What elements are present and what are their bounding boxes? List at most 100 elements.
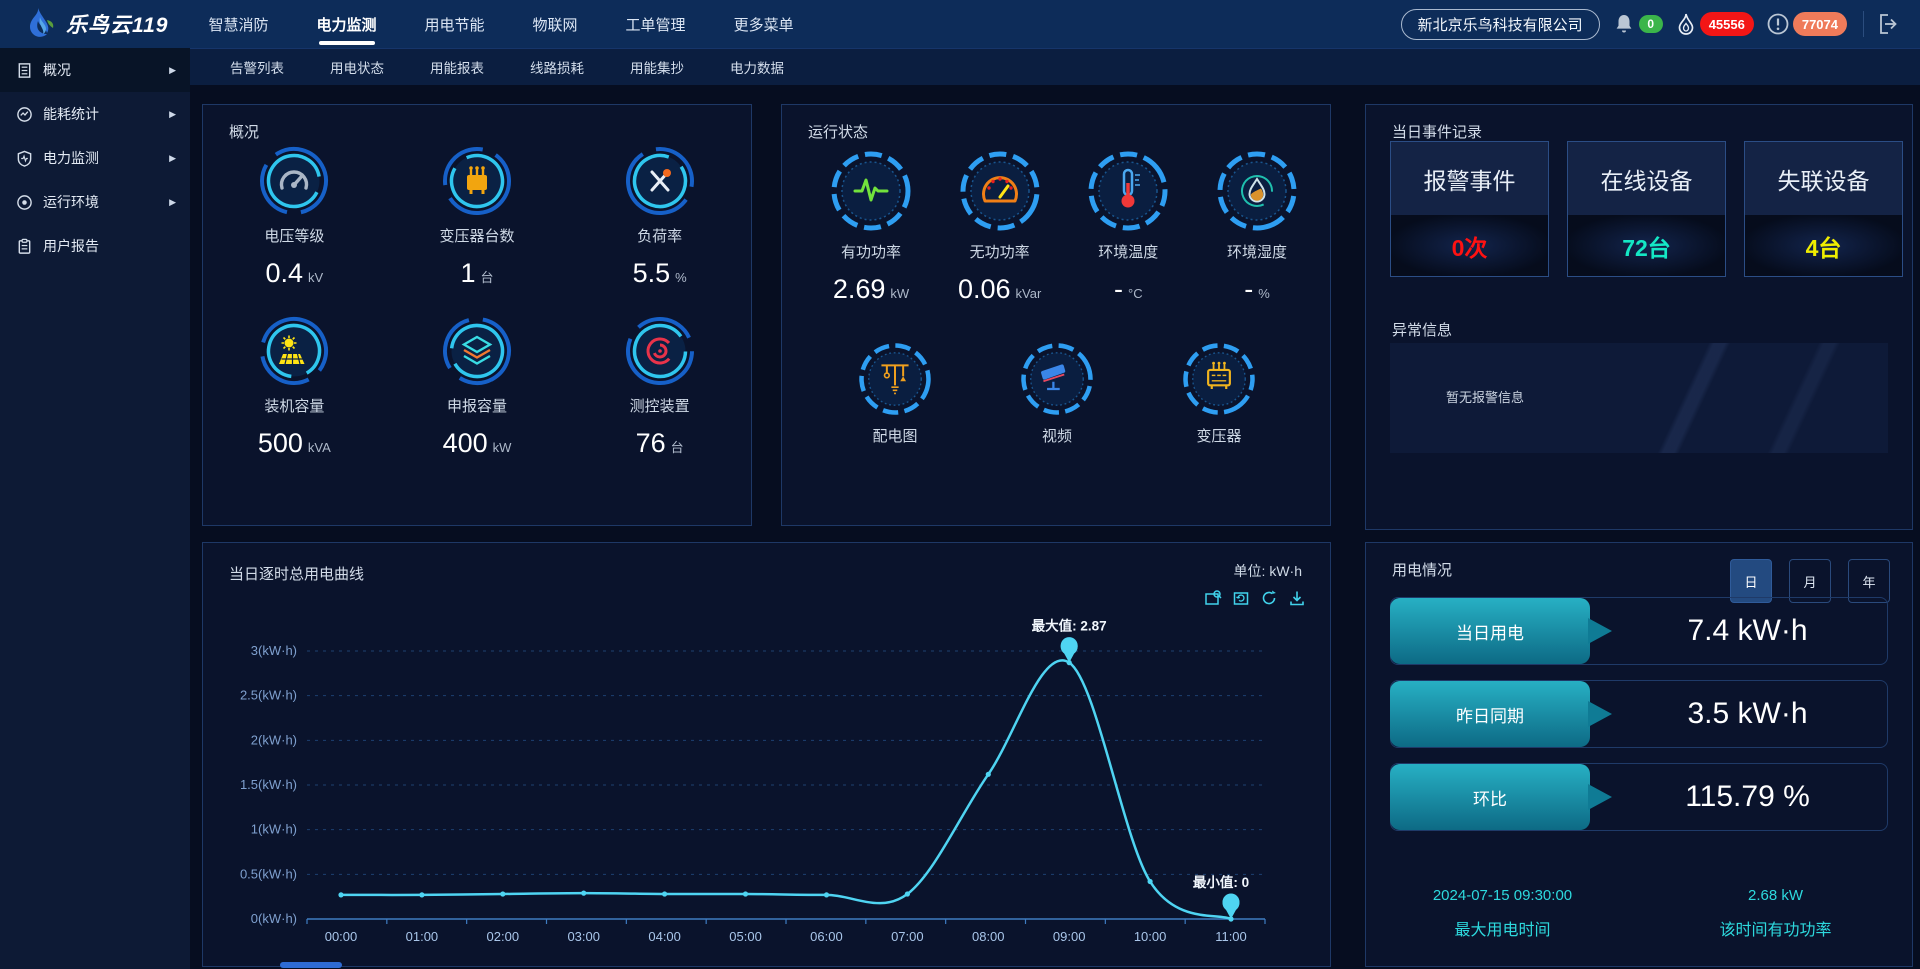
sub-navbar: 告警列表 用电状态 用能报表 线路损耗 用能集抄 电力数据: [190, 48, 1920, 85]
restore-icon[interactable]: [1232, 589, 1250, 607]
power-at-max-time: 2.68 kW 该时间有功功率: [1639, 887, 1912, 940]
logo-flame-icon: [26, 7, 56, 41]
svg-text:1.5(kW·h): 1.5(kW·h): [240, 777, 297, 792]
reactive-power-icon: [958, 149, 1042, 233]
subtab-alarm-list[interactable]: 告警列表: [230, 57, 284, 77]
humidity-icon: [1215, 149, 1299, 233]
subtab-line-loss[interactable]: 线路损耗: [530, 57, 584, 77]
svg-text:10:00: 10:00: [1134, 929, 1167, 944]
fire-alarm-group[interactable]: 45556: [1675, 12, 1754, 36]
bell-badge: 0: [1639, 15, 1663, 33]
subtab-power-status[interactable]: 用电状态: [330, 57, 384, 77]
refresh-icon[interactable]: [1260, 589, 1278, 607]
sidebar-item-label: 概况: [43, 60, 71, 80]
metric-value: -%: [1244, 274, 1270, 305]
report-icon: [16, 238, 33, 255]
running-shortcuts: 配电图 视频: [832, 341, 1282, 446]
menu-item-more[interactable]: 更多菜单: [734, 0, 794, 48]
active-power-icon: [829, 149, 913, 233]
svg-text:最大值: 2.87: 最大值: 2.87: [1032, 618, 1107, 634]
stat-declared-capacity: 申报容量 400kW: [386, 315, 569, 459]
daily-events-panel: 当日事件记录 报警事件 0次 在线设备 72台 失联设备 4台 异常信息 暂无报…: [1365, 104, 1913, 530]
stat-label: 变压器台数: [439, 225, 514, 246]
svg-text:2(kW·h): 2(kW·h): [251, 732, 297, 747]
sidebar-item-label: 能耗统计: [43, 104, 99, 124]
probe-coil-icon: [624, 315, 696, 387]
bell-group[interactable]: 0: [1612, 12, 1663, 36]
left-sidebar: 概况 ▶ 能耗统计 ▶ 电力监测 ▶ 运行环境 ▶: [0, 48, 190, 969]
svg-text:11:00: 11:00: [1215, 929, 1247, 944]
chevron-right-icon: ▶: [169, 65, 176, 76]
main-menu: 智慧消防 电力监测 用电节能 物联网 工单管理 更多菜单: [208, 0, 793, 48]
svg-text:08:00: 08:00: [972, 929, 1005, 944]
sidebar-item-overview[interactable]: 概况 ▶: [0, 48, 190, 92]
subtab-energy-report[interactable]: 用能报表: [430, 57, 484, 77]
logout-button[interactable]: [1863, 11, 1902, 37]
metric-value: -°C: [1114, 274, 1143, 305]
stat-value: 5.5%: [633, 258, 687, 289]
download-icon[interactable]: [1288, 589, 1306, 607]
row-value: 7.4 kW·h: [1590, 614, 1887, 648]
metric-label: 环境温度: [1098, 241, 1158, 262]
menu-item-fire[interactable]: 智慧消防: [208, 0, 268, 48]
usage-footer: 2024-07-15 09:30:00 最大用电时间 2.68 kW 该时间有功…: [1366, 887, 1912, 940]
card-value: 72台: [1568, 215, 1725, 276]
card-value: 0次: [1391, 215, 1548, 276]
distribution-diagram-icon: [857, 341, 933, 417]
menu-item-iot[interactable]: 物联网: [533, 0, 578, 48]
chart-toolbar: [1204, 589, 1306, 607]
stat-value: 76台: [636, 428, 684, 459]
chevron-right-icon: ▶: [169, 197, 176, 208]
menu-item-saving[interactable]: 用电节能: [425, 0, 485, 48]
horizontal-scrollbar-thumb[interactable]: [280, 962, 342, 968]
chart-title: 当日逐时总用电曲线: [229, 563, 364, 584]
bell-icon: [1612, 12, 1636, 36]
svg-text:06:00: 06:00: [810, 929, 843, 944]
app-logo[interactable]: 乐鸟云119: [0, 7, 190, 41]
power-shield-icon: [16, 150, 33, 167]
svg-text:2.5(kW·h): 2.5(kW·h): [240, 688, 297, 703]
environment-icon: [16, 194, 33, 211]
svg-text:00:00: 00:00: [325, 929, 358, 944]
metric-reactive-power: 无功功率 0.06kVar: [941, 149, 1059, 305]
row-ratio: 环比 115.79 %: [1390, 763, 1888, 831]
sidebar-item-environment[interactable]: 运行环境 ▶: [0, 180, 190, 224]
shortcut-distribution-diagram[interactable]: 配电图: [832, 341, 958, 446]
sidebar-item-energy-stats[interactable]: 能耗统计 ▶: [0, 92, 190, 136]
shortcut-label: 视频: [1042, 425, 1072, 446]
stat-monitoring-devices: 测控装置 76台: [568, 315, 751, 459]
stat-load-rate: 负荷率 5.5%: [568, 145, 751, 289]
svg-text:1(kW·h): 1(kW·h): [251, 822, 297, 837]
menu-item-power[interactable]: 电力监测: [317, 0, 377, 48]
sidebar-item-power-monitor[interactable]: 电力监测 ▶: [0, 136, 190, 180]
subtab-power-data[interactable]: 电力数据: [730, 57, 784, 77]
shortcut-label: 变压器: [1196, 425, 1241, 446]
shortcut-label: 配电图: [872, 425, 917, 446]
chevron-right-icon: ▶: [169, 109, 176, 120]
sidebar-item-label: 运行环境: [43, 192, 99, 212]
row-value: 115.79 %: [1590, 780, 1887, 814]
panel-title: 概况: [229, 121, 259, 142]
svg-text:最小值: 0: 最小值: 0: [1193, 874, 1249, 890]
company-name[interactable]: 新北京乐鸟科技有限公司: [1401, 9, 1600, 40]
stat-label: 负荷率: [637, 225, 682, 246]
transformer-icon: [441, 145, 513, 217]
subtab-meter-reading[interactable]: 用能集抄: [630, 57, 684, 77]
stat-value: 500kVA: [258, 428, 331, 459]
zoom-box-icon[interactable]: [1204, 589, 1222, 607]
svg-text:01:00: 01:00: [406, 929, 439, 944]
sidebar-item-label: 电力监测: [43, 148, 99, 168]
layers-icon: [441, 315, 513, 387]
running-status-panel: 运行状态 有功功率 2.69kW: [781, 104, 1331, 526]
shortcut-transformer[interactable]: 变压器: [1156, 341, 1282, 446]
overview-doc-icon: [16, 62, 33, 79]
sidebar-item-user-report[interactable]: 用户报告: [0, 224, 190, 268]
svg-text:0.5(kW·h): 0.5(kW·h): [240, 866, 297, 881]
menu-item-workorder[interactable]: 工单管理: [626, 0, 686, 48]
svg-text:03:00: 03:00: [567, 929, 600, 944]
shortcut-video[interactable]: 视频: [994, 341, 1120, 446]
warning-group[interactable]: 77074: [1766, 12, 1847, 36]
hourly-power-line-chart[interactable]: 0(kW·h)0.5(kW·h)1(kW·h)1.5(kW·h)2(kW·h)2…: [215, 607, 1295, 963]
metric-ambient-temperature: 环境温度 -°C: [1069, 149, 1187, 305]
stat-value: 0.4kV: [265, 258, 323, 289]
